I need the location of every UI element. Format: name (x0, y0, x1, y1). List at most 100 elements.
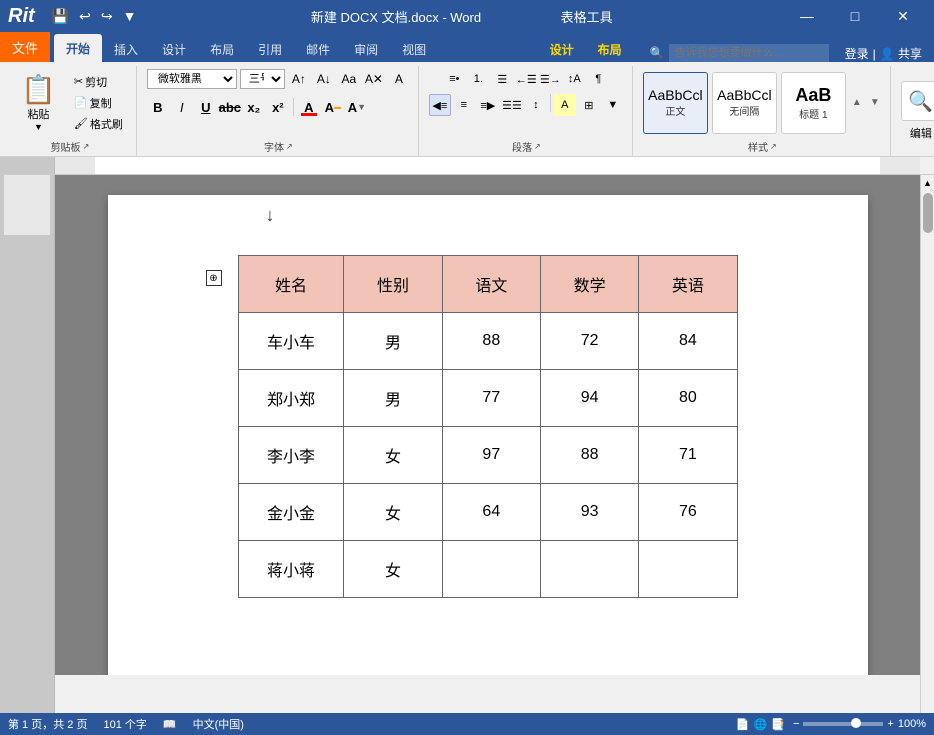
vertical-scrollbar[interactable]: ▲ ▼ (920, 175, 934, 713)
style-heading1[interactable]: AaB 标题 1 (781, 72, 846, 134)
cell-name-1[interactable]: 车小车 (238, 313, 344, 370)
search-input[interactable] (669, 44, 829, 62)
view-web-btn[interactable]: 🌐 (754, 718, 768, 731)
cell-gender-4[interactable]: 女 (344, 484, 442, 541)
tab-insert[interactable]: 插入 (102, 36, 150, 62)
cell-math-3[interactable]: 88 (540, 427, 638, 484)
para-more-btn[interactable]: ▼ (602, 94, 624, 116)
indent-increase-btn[interactable]: ☰→ (539, 68, 561, 90)
table-move-handle[interactable]: ⊕ (206, 270, 222, 286)
search-icon-btn[interactable]: 🔍 (901, 81, 934, 121)
bold-button[interactable]: B (147, 96, 169, 118)
cell-name-5[interactable]: 蒋小蒋 (238, 541, 344, 598)
align-right-btn[interactable]: ≡▶ (477, 94, 499, 116)
styles-scroll-up[interactable]: ▲ (850, 72, 864, 134)
cell-english-4[interactable]: 76 (639, 484, 737, 541)
cell-english-1[interactable]: 84 (639, 313, 737, 370)
superscript-button[interactable]: x² (267, 96, 289, 118)
tab-references[interactable]: 引用 (246, 36, 294, 62)
cell-gender-3[interactable]: 女 (344, 427, 442, 484)
cell-english-3[interactable]: 71 (639, 427, 737, 484)
font-clear-btn[interactable]: A✕ (363, 68, 385, 90)
cut-button[interactable]: ✂ 剪切 (69, 72, 128, 92)
cell-english-5[interactable] (639, 541, 737, 598)
paste-button[interactable]: 📋 粘贴 ▼ (12, 68, 65, 137)
text-color-btn[interactable]: A (298, 96, 320, 118)
font-decrease-btn[interactable]: A↓ (313, 68, 335, 90)
tab-design[interactable]: 设计 (150, 36, 198, 62)
share-btn[interactable]: 👤 共享 (880, 45, 922, 62)
sort-btn[interactable]: ↕A (563, 68, 585, 90)
indent-decrease-btn[interactable]: ←☰ (515, 68, 537, 90)
maximize-btn[interactable]: □ (832, 0, 878, 32)
cell-chinese-4[interactable]: 64 (442, 484, 540, 541)
shading-btn[interactable]: A (554, 94, 576, 116)
tab-view[interactable]: 视图 (390, 36, 438, 62)
undo-btn[interactable]: ↩ (76, 8, 94, 25)
tab-home[interactable]: 开始 (54, 34, 102, 62)
document-table[interactable]: 姓名 性别 语文 数学 英语 车小车 男 88 72 (238, 255, 738, 598)
cell-english-2[interactable]: 80 (639, 370, 737, 427)
font-expand-icon[interactable]: ↗ (286, 142, 293, 151)
close-btn[interactable]: ✕ (880, 0, 926, 32)
tab-table-layout[interactable]: 布局 (586, 36, 634, 62)
cell-name-4[interactable]: 金小金 (238, 484, 344, 541)
styles-expand-icon[interactable]: ↗ (770, 142, 777, 151)
login-btn[interactable]: 登录 (845, 45, 869, 62)
scroll-thumb[interactable] (923, 193, 933, 233)
justify-btn[interactable]: ☰☰ (501, 94, 523, 116)
tab-layout[interactable]: 布局 (198, 36, 246, 62)
cell-math-4[interactable]: 93 (540, 484, 638, 541)
spell-check-icon[interactable]: 📖 (163, 718, 177, 731)
subscript-button[interactable]: x₂ (243, 96, 265, 118)
border-btn[interactable]: ⊞ (578, 94, 600, 116)
cell-gender-5[interactable]: 女 (344, 541, 442, 598)
tab-file[interactable]: 文件 (0, 32, 50, 62)
para-expand-icon[interactable]: ↗ (534, 142, 541, 151)
cell-gender-1[interactable]: 男 (344, 313, 442, 370)
view-outline-btn[interactable]: 📑 (771, 718, 785, 731)
view-print-btn[interactable]: 📄 (736, 718, 750, 731)
font-size-selector[interactable]: 三号 (240, 69, 285, 89)
highlight-btn[interactable]: A▬ (322, 96, 344, 118)
save-quick-btn[interactable]: 💾 (49, 8, 72, 25)
bullets-btn[interactable]: ≡• (443, 68, 465, 90)
font-case-btn[interactable]: Aa (338, 68, 360, 90)
tab-mailings[interactable]: 邮件 (294, 36, 342, 62)
clipboard-expand-icon[interactable]: ↗ (83, 142, 90, 151)
strikethrough-button[interactable]: abc (219, 96, 241, 118)
language-status[interactable]: 中文(中国) (193, 716, 244, 732)
cell-math-1[interactable]: 72 (540, 313, 638, 370)
styles-scroll-down[interactable]: ▼ (868, 72, 882, 134)
style-no-spacing[interactable]: AaBbCcl 无间隔 (712, 72, 777, 134)
font-style-btn[interactable]: A (388, 68, 410, 90)
font-increase-btn[interactable]: A↑ (288, 68, 310, 90)
cell-gender-2[interactable]: 男 (344, 370, 442, 427)
underline-button[interactable]: U (195, 96, 217, 118)
format-painter-button[interactable]: 🖌 格式刷 (69, 114, 128, 134)
cell-name-3[interactable]: 李小李 (238, 427, 344, 484)
zoom-in-btn[interactable]: + (887, 718, 893, 730)
redo-btn[interactable]: ↪ (98, 8, 116, 25)
zoom-level[interactable]: 100% (898, 718, 926, 730)
minimize-btn[interactable]: — (784, 0, 830, 32)
tab-table-design[interactable]: 设计 (538, 36, 586, 62)
align-center-btn[interactable]: ≡ (453, 94, 475, 116)
cell-name-2[interactable]: 郑小郑 (238, 370, 344, 427)
tab-review[interactable]: 审阅 (342, 36, 390, 62)
line-spacing-btn[interactable]: ↕ (525, 94, 547, 116)
style-normal[interactable]: AaBbCcl 正文 (643, 72, 708, 134)
cell-math-5[interactable] (540, 541, 638, 598)
cell-chinese-3[interactable]: 97 (442, 427, 540, 484)
multilevel-btn[interactable]: ☰ (491, 68, 513, 90)
show-marks-btn[interactable]: ¶ (587, 68, 609, 90)
cell-chinese-2[interactable]: 77 (442, 370, 540, 427)
italic-button[interactable]: I (171, 96, 193, 118)
cell-chinese-5[interactable] (442, 541, 540, 598)
font-name-selector[interactable]: 微软雅黑 (147, 69, 237, 89)
more-quick-btn[interactable]: ▼ (120, 8, 140, 24)
cell-math-2[interactable]: 94 (540, 370, 638, 427)
text-shade-btn[interactable]: A▼ (346, 96, 368, 118)
numbering-btn[interactable]: 1. (467, 68, 489, 90)
zoom-out-btn[interactable]: − (793, 718, 799, 730)
